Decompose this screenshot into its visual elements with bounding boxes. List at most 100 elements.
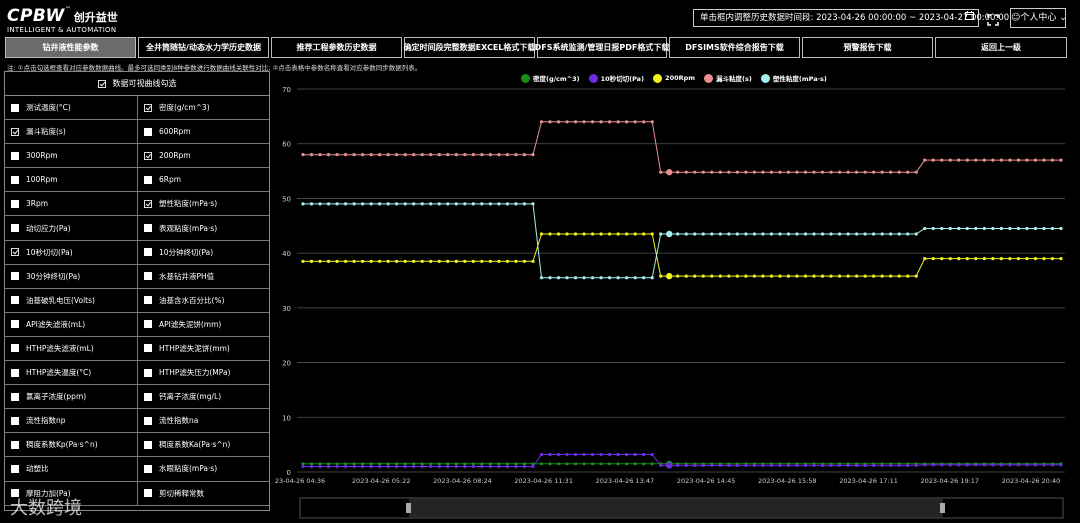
data-point[interactable] bbox=[795, 463, 799, 468]
data-point[interactable] bbox=[625, 462, 629, 466]
data-point[interactable] bbox=[889, 232, 893, 236]
data-point[interactable] bbox=[735, 232, 739, 236]
data-point[interactable] bbox=[386, 462, 390, 466]
data-point[interactable] bbox=[420, 464, 424, 469]
data-point[interactable] bbox=[761, 232, 765, 236]
data-point[interactable] bbox=[803, 274, 808, 278]
parameter-checkbox[interactable] bbox=[11, 248, 19, 257]
data-point[interactable] bbox=[514, 462, 518, 466]
data-point[interactable] bbox=[505, 153, 510, 157]
parameter-cell[interactable]: 10分钟终切(Pa) bbox=[137, 240, 269, 264]
data-point[interactable] bbox=[335, 202, 339, 206]
data-point[interactable] bbox=[863, 232, 867, 236]
parameter-label[interactable]: 6Rpm bbox=[159, 175, 181, 184]
data-point[interactable] bbox=[1059, 158, 1063, 162]
data-point[interactable] bbox=[940, 463, 944, 467]
data-point[interactable] bbox=[727, 232, 731, 236]
parameter-cell[interactable]: 100Rpm bbox=[5, 168, 137, 191]
data-point[interactable] bbox=[1042, 463, 1046, 467]
data-point[interactable] bbox=[769, 170, 774, 174]
parameter-checkbox[interactable] bbox=[11, 320, 19, 329]
data-point[interactable] bbox=[889, 274, 893, 278]
data-point[interactable] bbox=[343, 259, 348, 263]
data-point[interactable] bbox=[505, 202, 510, 206]
data-point[interactable] bbox=[309, 462, 314, 466]
data-point[interactable] bbox=[974, 226, 978, 231]
data-point[interactable] bbox=[778, 463, 782, 468]
data-point[interactable] bbox=[914, 463, 918, 468]
data-point[interactable] bbox=[625, 276, 629, 280]
data-point[interactable] bbox=[786, 170, 791, 174]
data-point[interactable] bbox=[616, 232, 620, 236]
page-scrollbar[interactable] bbox=[1072, 0, 1080, 523]
data-point[interactable] bbox=[488, 153, 492, 157]
data-point[interactable] bbox=[803, 170, 808, 174]
data-point[interactable] bbox=[914, 232, 918, 236]
data-point[interactable] bbox=[395, 202, 399, 206]
data-point[interactable] bbox=[608, 452, 612, 457]
data-point[interactable] bbox=[676, 232, 680, 236]
data-point[interactable] bbox=[497, 153, 501, 157]
data-point[interactable] bbox=[957, 226, 961, 231]
parameter-cell[interactable]: 水基钻井液PH值 bbox=[137, 264, 269, 288]
data-point[interactable] bbox=[1008, 158, 1012, 162]
data-point[interactable] bbox=[863, 170, 867, 174]
data-point[interactable] bbox=[573, 276, 578, 280]
data-point[interactable] bbox=[301, 259, 305, 263]
data-point[interactable] bbox=[343, 202, 348, 206]
data-point[interactable] bbox=[931, 226, 935, 231]
parameter-cell[interactable]: 30分钟终切(Pa) bbox=[5, 265, 137, 288]
data-point[interactable] bbox=[982, 257, 986, 261]
data-point[interactable] bbox=[531, 202, 535, 206]
parameter-cell[interactable]: 漏斗粘度(s) bbox=[5, 120, 137, 143]
data-point[interactable] bbox=[326, 464, 331, 469]
data-point[interactable] bbox=[906, 232, 910, 236]
parameter-label[interactable]: API滤失滤液(mL) bbox=[26, 319, 85, 330]
data-point[interactable] bbox=[429, 259, 433, 263]
data-point[interactable] bbox=[590, 452, 595, 457]
data-point[interactable] bbox=[471, 202, 475, 206]
zoom-slider-handle-left[interactable] bbox=[406, 503, 411, 513]
data-point[interactable] bbox=[659, 463, 663, 468]
parameter-cell[interactable]: HTHP滤失温度(°C) bbox=[5, 361, 137, 384]
parameter-checkbox[interactable] bbox=[144, 368, 152, 377]
data-point[interactable] bbox=[940, 257, 944, 261]
data-point[interactable] bbox=[480, 462, 484, 466]
data-point[interactable] bbox=[361, 259, 365, 263]
data-point[interactable] bbox=[352, 259, 356, 263]
data-point[interactable] bbox=[565, 452, 569, 457]
data-point[interactable] bbox=[1016, 463, 1021, 467]
data-point[interactable] bbox=[625, 120, 629, 124]
parameter-label[interactable]: HTHP滤失泥饼(mm) bbox=[159, 343, 230, 354]
parameter-cell[interactable]: 钙离子浓度(mg/L) bbox=[137, 385, 269, 409]
data-point[interactable] bbox=[608, 120, 612, 124]
data-point[interactable] bbox=[820, 274, 825, 278]
data-point[interactable] bbox=[829, 170, 833, 174]
data-point[interactable] bbox=[326, 202, 331, 206]
data-point[interactable] bbox=[914, 274, 918, 278]
data-point[interactable] bbox=[991, 463, 995, 467]
data-point[interactable] bbox=[412, 153, 416, 157]
data-point[interactable] bbox=[616, 462, 620, 466]
parameter-checkbox[interactable] bbox=[11, 103, 19, 112]
data-point[interactable] bbox=[948, 158, 952, 162]
parameter-checkbox[interactable] bbox=[144, 489, 152, 498]
parameter-checkbox[interactable] bbox=[11, 464, 19, 473]
data-point[interactable] bbox=[633, 232, 637, 236]
data-point[interactable] bbox=[642, 232, 646, 236]
data-point[interactable] bbox=[812, 170, 816, 174]
data-point[interactable] bbox=[625, 452, 629, 457]
data-point[interactable] bbox=[914, 170, 918, 174]
data-point[interactable] bbox=[872, 170, 876, 174]
data-point[interactable] bbox=[343, 153, 348, 157]
data-point[interactable] bbox=[820, 170, 825, 174]
parameter-label[interactable]: 100Rpm bbox=[26, 175, 58, 184]
data-point[interactable] bbox=[744, 463, 748, 468]
parameter-checkbox[interactable] bbox=[144, 224, 152, 233]
data-point[interactable] bbox=[514, 464, 518, 469]
data-point[interactable] bbox=[701, 170, 705, 174]
data-point[interactable] bbox=[378, 202, 382, 206]
data-point[interactable] bbox=[514, 259, 518, 263]
data-point[interactable] bbox=[1008, 257, 1012, 261]
parameter-checkbox[interactable] bbox=[144, 416, 152, 425]
